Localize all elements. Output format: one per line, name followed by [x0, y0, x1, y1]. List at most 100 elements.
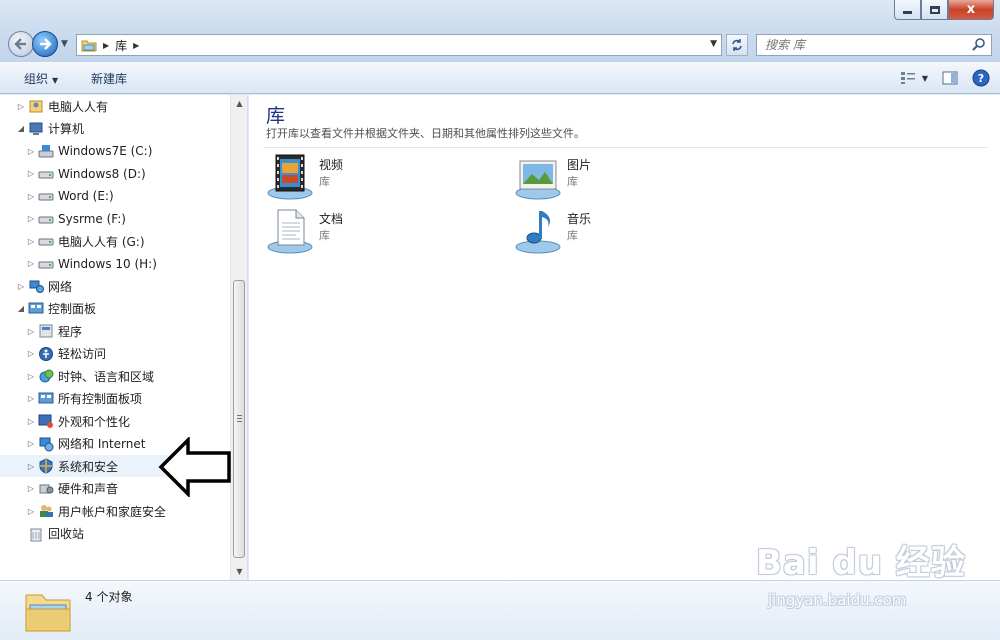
collapsed-triangle-icon[interactable]: ▷ — [26, 507, 36, 516]
tree-item-label: 系统和安全 — [58, 459, 119, 474]
tree-item-label: 程序 — [58, 324, 83, 339]
scroll-thumb[interactable] — [233, 280, 245, 558]
expanded-triangle-icon[interactable]: ◢ — [16, 304, 26, 313]
tree-item[interactable]: ▷ 时钟、语言和区域 — [0, 365, 230, 387]
change-view-button[interactable]: ▼ — [900, 67, 928, 89]
collapsed-triangle-icon[interactable]: ▷ — [26, 439, 36, 448]
breadcrumb-library[interactable]: 库 — [115, 37, 127, 54]
address-history-dropdown-icon[interactable]: ▼ — [710, 39, 717, 49]
library-type: 库 — [567, 175, 578, 188]
collapsed-triangle-icon[interactable]: ▷ — [26, 214, 36, 223]
breadcrumb-separator-icon[interactable]: ▶ — [103, 41, 109, 50]
library-item-pictures[interactable]: 图片 库 — [514, 153, 714, 203]
back-button[interactable] — [8, 31, 34, 57]
tree-item[interactable]: ▷ Windows8 (D:) — [0, 163, 230, 185]
library-type: 库 — [319, 229, 330, 242]
tree-item-label: 控制面板 — [48, 302, 97, 316]
collapsed-triangle-icon[interactable]: ▷ — [16, 282, 26, 291]
collapsed-triangle-icon[interactable]: ▷ — [26, 484, 36, 493]
clock-region-icon — [39, 369, 54, 383]
search-input[interactable] — [765, 38, 965, 52]
page-title: 库 — [266, 105, 286, 127]
new-library-button[interactable]: 新建库 — [91, 70, 127, 87]
tree-item[interactable]: ▷ 网络 — [0, 275, 230, 297]
watermark-logo-text: Bai du 经验 — [756, 543, 966, 583]
view-options-icon — [900, 72, 915, 84]
drive-icon — [38, 238, 54, 246]
tree-item[interactable]: 回收站 — [0, 523, 230, 545]
close-icon: x — [966, 2, 976, 17]
collapsed-triangle-icon[interactable]: ▷ — [26, 259, 36, 268]
navigation-scrollbar[interactable]: ▲ ▼ — [230, 95, 247, 580]
refresh-icon — [732, 39, 742, 51]
tree-item[interactable]: ▷ 用户帐户和家庭安全 — [0, 500, 230, 522]
collapsed-triangle-icon[interactable]: ▷ — [26, 417, 36, 426]
tree-item[interactable]: ▷ Windows7E (C:) — [0, 140, 230, 162]
library-name: 图片 — [567, 158, 592, 172]
annotation-arrow-icon — [158, 437, 231, 497]
pictures-library-icon — [515, 160, 561, 200]
tree-item[interactable]: ▷ 所有控制面板项 — [0, 388, 230, 410]
search-icon[interactable] — [972, 37, 986, 51]
tree-item-label: 时钟、语言和区域 — [58, 369, 155, 384]
recent-pages-dropdown-icon[interactable]: ▼ — [61, 39, 68, 49]
collapsed-triangle-icon[interactable]: ▷ — [26, 372, 36, 381]
appearance-icon — [38, 414, 53, 428]
help-button[interactable]: ? — [972, 67, 990, 89]
network-icon — [29, 280, 44, 293]
library-item-videos[interactable]: 视频 库 — [266, 153, 466, 203]
tree-item[interactable]: ▷ 电脑人人有 — [0, 95, 230, 117]
collapsed-triangle-icon[interactable]: ▷ — [26, 394, 36, 403]
forward-arrow-icon — [40, 38, 52, 50]
refresh-button[interactable] — [726, 34, 748, 56]
expanded-triangle-icon[interactable]: ◢ — [16, 124, 26, 133]
tree-item[interactable]: ▷ 程序 — [0, 320, 230, 342]
tree-item[interactable]: ◢ 计算机 — [0, 118, 230, 140]
window-controls: x — [894, 0, 994, 20]
collapsed-triangle-icon[interactable]: ▷ — [26, 237, 36, 246]
collapsed-triangle-icon[interactable]: ▷ — [26, 349, 36, 358]
collapsed-triangle-icon[interactable]: ▷ — [26, 147, 36, 156]
forward-button[interactable] — [32, 31, 58, 57]
drive-icon — [38, 171, 54, 178]
library-item-music[interactable]: 音乐 库 — [514, 207, 714, 257]
collapsed-triangle-icon[interactable]: ▷ — [26, 462, 36, 471]
address-bar[interactable]: ▶ 库 ▶ ▼ — [76, 34, 722, 56]
search-box[interactable] — [756, 34, 992, 56]
content-pane: 库 打开库以查看文件并根据文件夹、日期和其他属性排列这些文件。 视频 库 图片 … — [249, 95, 1000, 580]
tree-item[interactable]: ◢ 控制面板 — [0, 298, 230, 320]
grip-icon — [237, 415, 242, 422]
programs-icon — [39, 324, 53, 338]
tree-item-label: 电脑人人有 — [48, 99, 109, 114]
tree-item[interactable]: ▷ Windows 10 (H:) — [0, 253, 230, 275]
chevron-down-icon[interactable]: ▼ — [922, 74, 928, 83]
collapsed-triangle-icon[interactable]: ▷ — [16, 102, 26, 111]
collapsed-triangle-icon[interactable]: ▷ — [26, 327, 36, 336]
preview-pane-button[interactable] — [942, 67, 958, 89]
scroll-up-arrow-icon[interactable]: ▲ — [231, 95, 248, 112]
tree-item[interactable]: ▷ Word (E:) — [0, 185, 230, 207]
breadcrumb-separator-icon[interactable]: ▶ — [133, 41, 139, 50]
watermark-url: jingyan.baidu.com — [768, 591, 907, 609]
drive-icon — [38, 193, 54, 201]
toolbar-right-group: ▼ ? — [900, 67, 990, 89]
maximize-button[interactable] — [921, 0, 948, 20]
close-button[interactable]: x — [948, 0, 994, 20]
scroll-down-arrow-icon[interactable]: ▼ — [231, 563, 248, 580]
tree-item[interactable]: ▷ Sysrme (F:) — [0, 208, 230, 230]
tree-item[interactable]: ▷ 外观和个性化 — [0, 410, 230, 432]
music-library-icon — [515, 211, 561, 254]
organize-menu[interactable]: 组织 ▼ — [24, 70, 58, 87]
hardware-sound-icon — [39, 484, 54, 493]
tree-item[interactable]: ▷ 轻松访问 — [0, 343, 230, 365]
collapsed-triangle-icon[interactable]: ▷ — [26, 169, 36, 178]
library-item-documents[interactable]: 文档 库 — [266, 207, 466, 257]
tree-item-label: 外观和个性化 — [58, 414, 131, 429]
page-description: 打开库以查看文件并根据文件夹、日期和其他属性排列这些文件。 — [266, 127, 585, 140]
tree-item-label: Sysrme (F:) — [58, 211, 126, 226]
minimize-button[interactable] — [894, 0, 921, 20]
tree-item[interactable]: ▷ 电脑人人有 (G:) — [0, 230, 230, 252]
collapsed-triangle-icon[interactable]: ▷ — [26, 192, 36, 201]
tree-item-label: 回收站 — [48, 527, 85, 541]
tree-item-label: Word (E:) — [58, 189, 114, 203]
